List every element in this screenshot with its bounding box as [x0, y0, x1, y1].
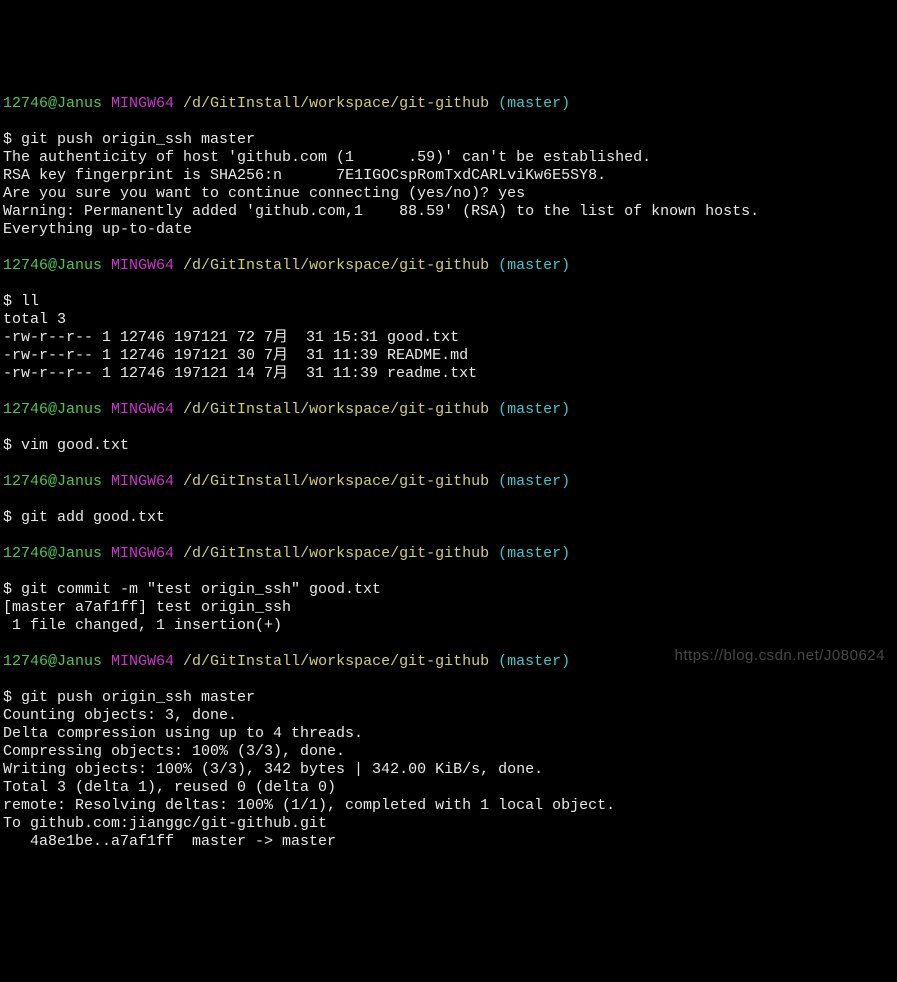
user-host: 12746@Janus — [3, 401, 111, 418]
output-line: [master a7af1ff] test origin_ssh — [3, 599, 291, 616]
cwd-path: /d/GitInstall/workspace/git-github — [183, 653, 498, 670]
output-line: -rw-r--r-- 1 12746 197121 14 7月 31 11:39… — [3, 365, 477, 382]
command-text: $ git push origin_ssh master — [3, 131, 255, 148]
prompt-line: 12746@Janus MINGW64 /d/GitInstall/worksp… — [3, 473, 894, 491]
command-text: $ git commit -m "test origin_ssh" good.t… — [3, 581, 381, 598]
shell-env: MINGW64 — [111, 257, 183, 274]
output-line: Delta compression using up to 4 threads. — [3, 725, 363, 742]
output-line: Counting objects: 3, done. — [3, 707, 237, 724]
output-line: The authenticity of host 'github.com (1█… — [3, 149, 651, 166]
command-text: $ git add good.txt — [3, 509, 165, 526]
user-host: 12746@Janus — [3, 473, 111, 490]
command-text: $ ll — [3, 293, 39, 310]
output-line: -rw-r--r-- 1 12746 197121 72 7月 31 15:31… — [3, 329, 459, 346]
cwd-path: /d/GitInstall/workspace/git-github — [183, 257, 498, 274]
output-line: Everything up-to-date — [3, 221, 192, 238]
shell-env: MINGW64 — [111, 545, 183, 562]
shell-env: MINGW64 — [111, 401, 183, 418]
user-host: 12746@Janus — [3, 95, 111, 112]
output-line: To github.com:jianggc/git-github.git — [3, 815, 327, 832]
user-host: 12746@Janus — [3, 257, 111, 274]
output-line: Are you sure you want to continue connec… — [3, 185, 525, 202]
user-host: 12746@Janus — [3, 545, 111, 562]
output-line: total 3 — [3, 311, 66, 328]
output-line: RSA key fingerprint is SHA256:n██████7E1… — [3, 167, 606, 184]
git-branch: (master) — [498, 401, 570, 418]
command-text: $ git push origin_ssh master — [3, 689, 255, 706]
user-host: 12746@Janus — [3, 653, 111, 670]
watermark-text: https://blog.csdn.net/J080624 — [675, 647, 885, 665]
git-branch: (master) — [498, 257, 570, 274]
cwd-path: /d/GitInstall/workspace/git-github — [183, 545, 498, 562]
cwd-path: /d/GitInstall/workspace/git-github — [183, 473, 498, 490]
output-line: Writing objects: 100% (3/3), 342 bytes |… — [3, 761, 543, 778]
output-line: Compressing objects: 100% (3/3), done. — [3, 743, 345, 760]
cwd-path: /d/GitInstall/workspace/git-github — [183, 401, 498, 418]
output-line: 4a8e1be..a7af1ff master -> master — [3, 833, 336, 850]
terminal-output[interactable]: 12746@Janus MINGW64 /d/GitInstall/worksp… — [0, 72, 897, 856]
output-line: Total 3 (delta 1), reused 0 (delta 0) — [3, 779, 336, 796]
command-text: $ vim good.txt — [3, 437, 129, 454]
prompt-line: 12746@Janus MINGW64 /d/GitInstall/worksp… — [3, 545, 894, 563]
git-branch: (master) — [498, 95, 570, 112]
git-branch: (master) — [498, 545, 570, 562]
output-line: Warning: Permanently added 'github.com,1… — [3, 203, 759, 220]
shell-env: MINGW64 — [111, 95, 183, 112]
cwd-path: /d/GitInstall/workspace/git-github — [183, 95, 498, 112]
prompt-line: 12746@Janus MINGW64 /d/GitInstall/worksp… — [3, 257, 894, 275]
shell-env: MINGW64 — [111, 473, 183, 490]
output-line: -rw-r--r-- 1 12746 197121 30 7月 31 11:39… — [3, 347, 468, 364]
git-branch: (master) — [498, 473, 570, 490]
prompt-line: 12746@Janus MINGW64 /d/GitInstall/worksp… — [3, 401, 894, 419]
output-line: 1 file changed, 1 insertion(+) — [3, 617, 282, 634]
git-branch: (master) — [498, 653, 570, 670]
shell-env: MINGW64 — [111, 653, 183, 670]
prompt-line: 12746@Janus MINGW64 /d/GitInstall/worksp… — [3, 95, 894, 113]
output-line: remote: Resolving deltas: 100% (1/1), co… — [3, 797, 615, 814]
